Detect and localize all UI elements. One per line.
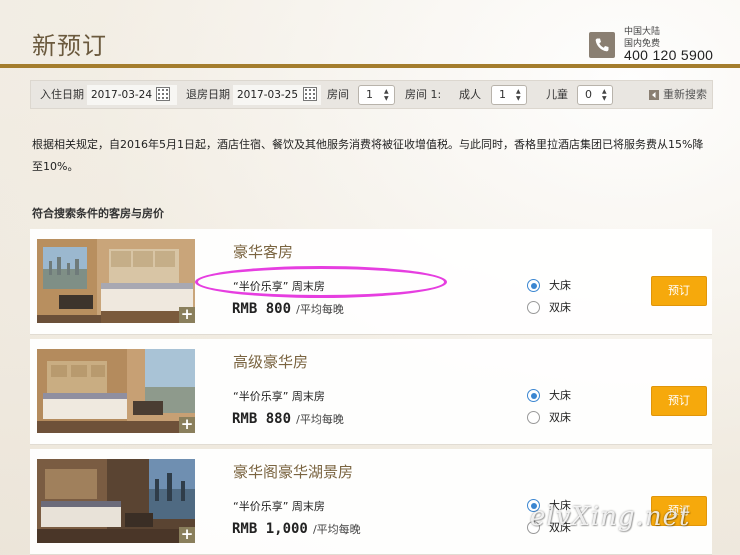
phone-region-text: 中国大陆: [624, 27, 661, 37]
back-arrow-icon[interactable]: [649, 90, 659, 100]
adults-select-value: 1: [499, 88, 506, 101]
select-arrows-icon: ▲ ▼: [602, 88, 607, 102]
phone-icon: [589, 32, 615, 58]
radio-icon[interactable]: [527, 521, 540, 534]
book-button[interactable]: 预订: [651, 496, 707, 526]
room-offer: “半价乐享” 周末房: [233, 390, 325, 403]
calendar-icon[interactable]: [303, 87, 317, 101]
room-name: 豪华客房: [233, 243, 294, 261]
header-divider: [0, 64, 740, 68]
header: 新预订 中国大陆 国内免费 400 120 5900: [0, 0, 740, 66]
room-card: + 豪华阁豪华湖景房 “半价乐享” 周末房 RMB 1,000 /平均每晚 大床…: [30, 449, 712, 555]
room-name: 豪华阁豪华湖景房: [233, 463, 354, 481]
expand-plus-icon[interactable]: +: [179, 417, 195, 433]
price-unit: /平均每晚: [296, 303, 344, 316]
expand-plus-icon[interactable]: +: [179, 527, 195, 543]
bed-label: 双床: [549, 411, 571, 424]
reset-search-link[interactable]: 重新搜索: [663, 81, 707, 108]
room-photo[interactable]: +: [37, 239, 195, 323]
page-title: 新预订: [32, 32, 107, 60]
room-name: 高级豪华房: [233, 353, 309, 371]
children-select-value: 0: [585, 88, 592, 101]
bed-label: 双床: [549, 521, 571, 534]
room-price: RMB 800 /平均每晚: [232, 298, 344, 317]
children-select[interactable]: 0 ▲ ▼: [577, 85, 613, 105]
radio-selected-icon[interactable]: [527, 389, 540, 402]
book-button[interactable]: 预订: [651, 386, 707, 416]
room-index-label: 房间 1:: [405, 88, 442, 101]
price-amount: RMB 1,000: [232, 521, 308, 537]
room-offer: “半价乐享” 周末房: [233, 500, 325, 513]
book-button[interactable]: 预订: [651, 276, 707, 306]
bed-label: 大床: [549, 389, 571, 402]
room-price: RMB 1,000 /平均每晚: [232, 518, 361, 537]
tax-notice: 根据相关规定，自2016年5月1日起，酒店住宿、餐饮及其他服务消费将被征收增值税…: [32, 138, 704, 173]
children-label: 儿童: [546, 88, 568, 101]
rooms-select[interactable]: 1 ▲ ▼: [358, 85, 395, 105]
select-arrows-icon: ▲ ▼: [516, 88, 521, 102]
rooms-select-value: 1: [366, 88, 373, 101]
radio-selected-icon[interactable]: [527, 499, 540, 512]
radio-selected-icon[interactable]: [527, 279, 540, 292]
search-bar: 入住日期 2017-03-24 退房日期 2017-03-25 房间 1 ▲ ▼ …: [30, 80, 713, 109]
phone-contact: 中国大陆 国内免费 400 120 5900: [589, 27, 739, 63]
checkout-label: 退房日期: [186, 88, 230, 101]
price-unit: /平均每晚: [296, 413, 344, 426]
room-card: + 豪华客房 “半价乐享” 周末房 RMB 800 /平均每晚 大床 双床 预订: [30, 229, 712, 335]
bed-label: 大床: [549, 279, 571, 292]
price-amount: RMB 800: [232, 301, 292, 317]
radio-icon[interactable]: [527, 301, 540, 314]
bed-label: 双床: [549, 301, 571, 314]
checkin-label: 入住日期: [40, 88, 84, 101]
bed-label: 大床: [549, 499, 571, 512]
radio-icon[interactable]: [527, 411, 540, 424]
expand-plus-icon[interactable]: +: [179, 307, 195, 323]
rooms-label: 房间: [327, 88, 349, 101]
room-photo[interactable]: +: [37, 349, 195, 433]
price-amount: RMB 880: [232, 411, 292, 427]
room-photo[interactable]: +: [37, 459, 195, 543]
price-unit: /平均每晚: [312, 523, 361, 536]
adults-label: 成人: [459, 88, 481, 101]
room-offer: “半价乐享” 周末房: [233, 280, 325, 293]
select-arrows-icon: ▲ ▼: [384, 88, 389, 102]
phone-number: 400 120 5900: [624, 47, 714, 63]
results-heading: 符合搜索条件的客房与房价: [32, 207, 164, 220]
room-card: + 高级豪华房 “半价乐享” 周末房 RMB 880 /平均每晚 大床 双床 预…: [30, 339, 712, 445]
adults-select[interactable]: 1 ▲ ▼: [491, 85, 527, 105]
calendar-icon[interactable]: [156, 87, 170, 101]
room-price: RMB 880 /平均每晚: [232, 408, 344, 427]
